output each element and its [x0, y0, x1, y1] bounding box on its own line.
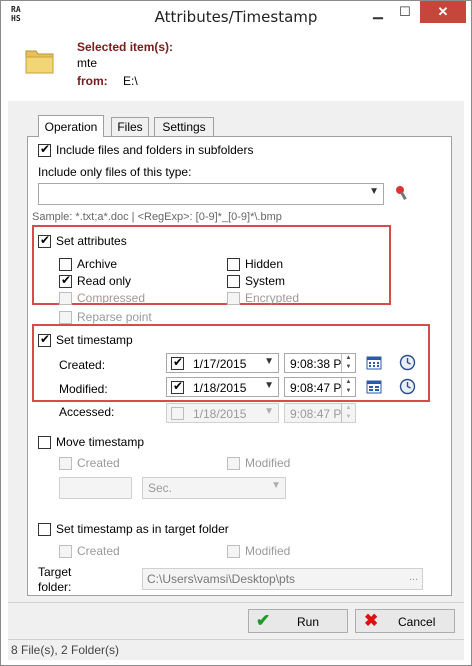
target-folder-label: Target folder:: [38, 565, 72, 594]
clock-icon[interactable]: [399, 354, 416, 371]
title-bar[interactable]: RA HS Attributes/Timestamp ▁ ☐ ✕: [1, 1, 471, 31]
accessed-date-checkbox[interactable]: [171, 407, 184, 420]
chevron-down-icon: ▼: [264, 406, 274, 417]
target-modified-label: Modified: [245, 544, 291, 558]
status-bar: 8 File(s), 2 Folder(s): [8, 639, 464, 660]
move-modified-label: Modified: [245, 456, 291, 470]
accessed-date-value: 1/18/2015: [193, 407, 247, 421]
hidden-label: Hidden: [245, 257, 284, 271]
selected-items-label: Selected item(s):: [77, 40, 174, 54]
move-created-checkbox[interactable]: [59, 457, 72, 470]
target-folder-input[interactable]: C:\Users\vamsi\Desktop\pts ...: [142, 568, 423, 590]
from-label: from:: [77, 74, 108, 88]
filter-wizard-icon[interactable]: [393, 184, 411, 202]
cross-icon: ✖: [364, 611, 379, 630]
move-modified-checkbox[interactable]: [227, 457, 240, 470]
modified-time-value: 9:08:47 P: [290, 381, 342, 395]
file-type-filter-combo[interactable]: ▼: [38, 183, 384, 205]
compressed-label: Compressed: [77, 291, 146, 305]
reparse-point-checkbox[interactable]: [59, 311, 72, 324]
modified-date-picker[interactable]: ✔ 1/18/2015 ▼: [166, 377, 279, 397]
chevron-down-icon: ▼: [264, 356, 274, 367]
accessed-date-picker[interactable]: 1/18/2015 ▼: [166, 403, 279, 423]
encrypted-label: Encrypted: [245, 291, 300, 305]
checkmark-icon: ✔: [256, 611, 271, 630]
cancel-button-label: Cancel: [398, 615, 436, 629]
move-unit-combo[interactable]: Sec. ▼: [142, 477, 286, 499]
accessed-time-value: 9:08:47 P: [290, 407, 342, 421]
browse-button[interactable]: ...: [409, 571, 418, 583]
set-attributes-checkbox[interactable]: ✔: [38, 233, 51, 248]
dialog-client: Selected item(s): mte from: E:\ Operatio…: [8, 31, 464, 639]
created-label: Created:: [59, 358, 106, 372]
filter-sample-text: Sample: *.txt;a*.doc | <RegExp>: [0-9]*_…: [32, 211, 282, 223]
tab-operation[interactable]: Operation: [38, 115, 104, 137]
minimize-button[interactable]: ▁: [365, 1, 391, 23]
chevron-down-icon: ▼: [271, 480, 281, 491]
folder-icon: [25, 50, 54, 74]
modified-time-spinner[interactable]: 9:08:47 P ▲ ▼: [284, 377, 356, 397]
target-modified-checkbox[interactable]: [227, 545, 240, 558]
close-button[interactable]: ✕: [420, 1, 466, 23]
target-created-label: Created: [77, 544, 120, 558]
reparse-point-label: Reparse point: [77, 310, 152, 324]
cancel-button[interactable]: ✖ Cancel: [355, 609, 455, 633]
set-timestamp-checkbox[interactable]: ✔: [38, 332, 51, 347]
dialog-window: RA HS Attributes/Timestamp ▁ ☐ ✕ Selected…: [0, 0, 472, 666]
include-subfolders-checkbox[interactable]: ✔: [38, 142, 51, 157]
button-separator: [8, 602, 464, 603]
spin-arrows-icon[interactable]: ▲ ▼: [341, 354, 355, 372]
move-created-label: Created: [77, 456, 120, 470]
operation-panel: ✔ Include files and folders in subfolder…: [27, 136, 452, 596]
accessed-time-spinner[interactable]: 9:08:47 P ▲ ▼: [284, 403, 356, 423]
run-button-label: Run: [297, 615, 320, 629]
set-attributes-label: Set attributes: [56, 234, 127, 248]
modified-date-value: 1/18/2015: [193, 381, 247, 395]
move-timestamp-checkbox[interactable]: [38, 436, 51, 449]
accessed-label: Accessed:: [59, 405, 115, 419]
set-timestamp-label: Set timestamp: [56, 333, 133, 347]
archive-label: Archive: [77, 257, 118, 271]
hidden-checkbox[interactable]: [227, 258, 240, 271]
clock-icon[interactable]: [399, 378, 416, 395]
tab-settings[interactable]: Settings: [154, 117, 214, 137]
read-only-label: Read only: [77, 274, 132, 288]
move-amount-input[interactable]: [59, 477, 132, 499]
system-checkbox[interactable]: [227, 275, 240, 288]
status-text: 8 File(s), 2 Folder(s): [11, 643, 120, 657]
target-folder-timestamp-label: Set timestamp as in target folder: [56, 522, 229, 536]
move-unit-value: Sec.: [148, 481, 173, 495]
include-subfolders-label: Include files and folders in subfolders: [56, 143, 254, 157]
chevron-down-icon: ▼: [369, 186, 379, 197]
selection-header: Selected item(s): mte from: E:\: [8, 31, 464, 101]
target-created-checkbox[interactable]: [59, 545, 72, 558]
created-date-checkbox[interactable]: ✔: [171, 355, 184, 370]
compressed-checkbox[interactable]: [59, 292, 72, 305]
calendar-icon[interactable]: [366, 356, 382, 370]
modified-date-checkbox[interactable]: ✔: [171, 379, 184, 394]
created-time-spinner[interactable]: 9:08:38 P ▲ ▼: [284, 353, 356, 373]
created-time-value: 9:08:38 P: [290, 357, 342, 371]
spin-arrows-icon[interactable]: ▲ ▼: [341, 378, 355, 396]
tab-files[interactable]: Files: [111, 117, 149, 137]
calendar-grid-icon[interactable]: [366, 380, 382, 394]
target-folder-value: C:\Users\vamsi\Desktop\pts: [147, 572, 296, 586]
modified-label: Modified:: [59, 382, 108, 396]
created-date-picker[interactable]: ✔ 1/17/2015 ▼: [166, 353, 279, 373]
from-value: E:\: [123, 74, 138, 88]
system-label: System: [245, 274, 286, 288]
encrypted-checkbox[interactable]: [227, 292, 240, 305]
selected-items-value: mte: [77, 56, 98, 70]
maximize-button[interactable]: ☐: [392, 1, 418, 23]
spin-arrows-icon[interactable]: ▲ ▼: [341, 404, 355, 422]
chevron-down-icon: ▼: [264, 380, 274, 391]
filter-label: Include only files of this type:: [38, 165, 192, 179]
run-button[interactable]: ✔ Run: [248, 609, 348, 633]
read-only-checkbox[interactable]: ✔: [59, 273, 72, 288]
created-date-value: 1/17/2015: [193, 357, 247, 371]
archive-checkbox[interactable]: [59, 258, 72, 271]
target-folder-timestamp-checkbox[interactable]: [38, 523, 51, 536]
move-timestamp-label: Move timestamp: [56, 435, 145, 449]
